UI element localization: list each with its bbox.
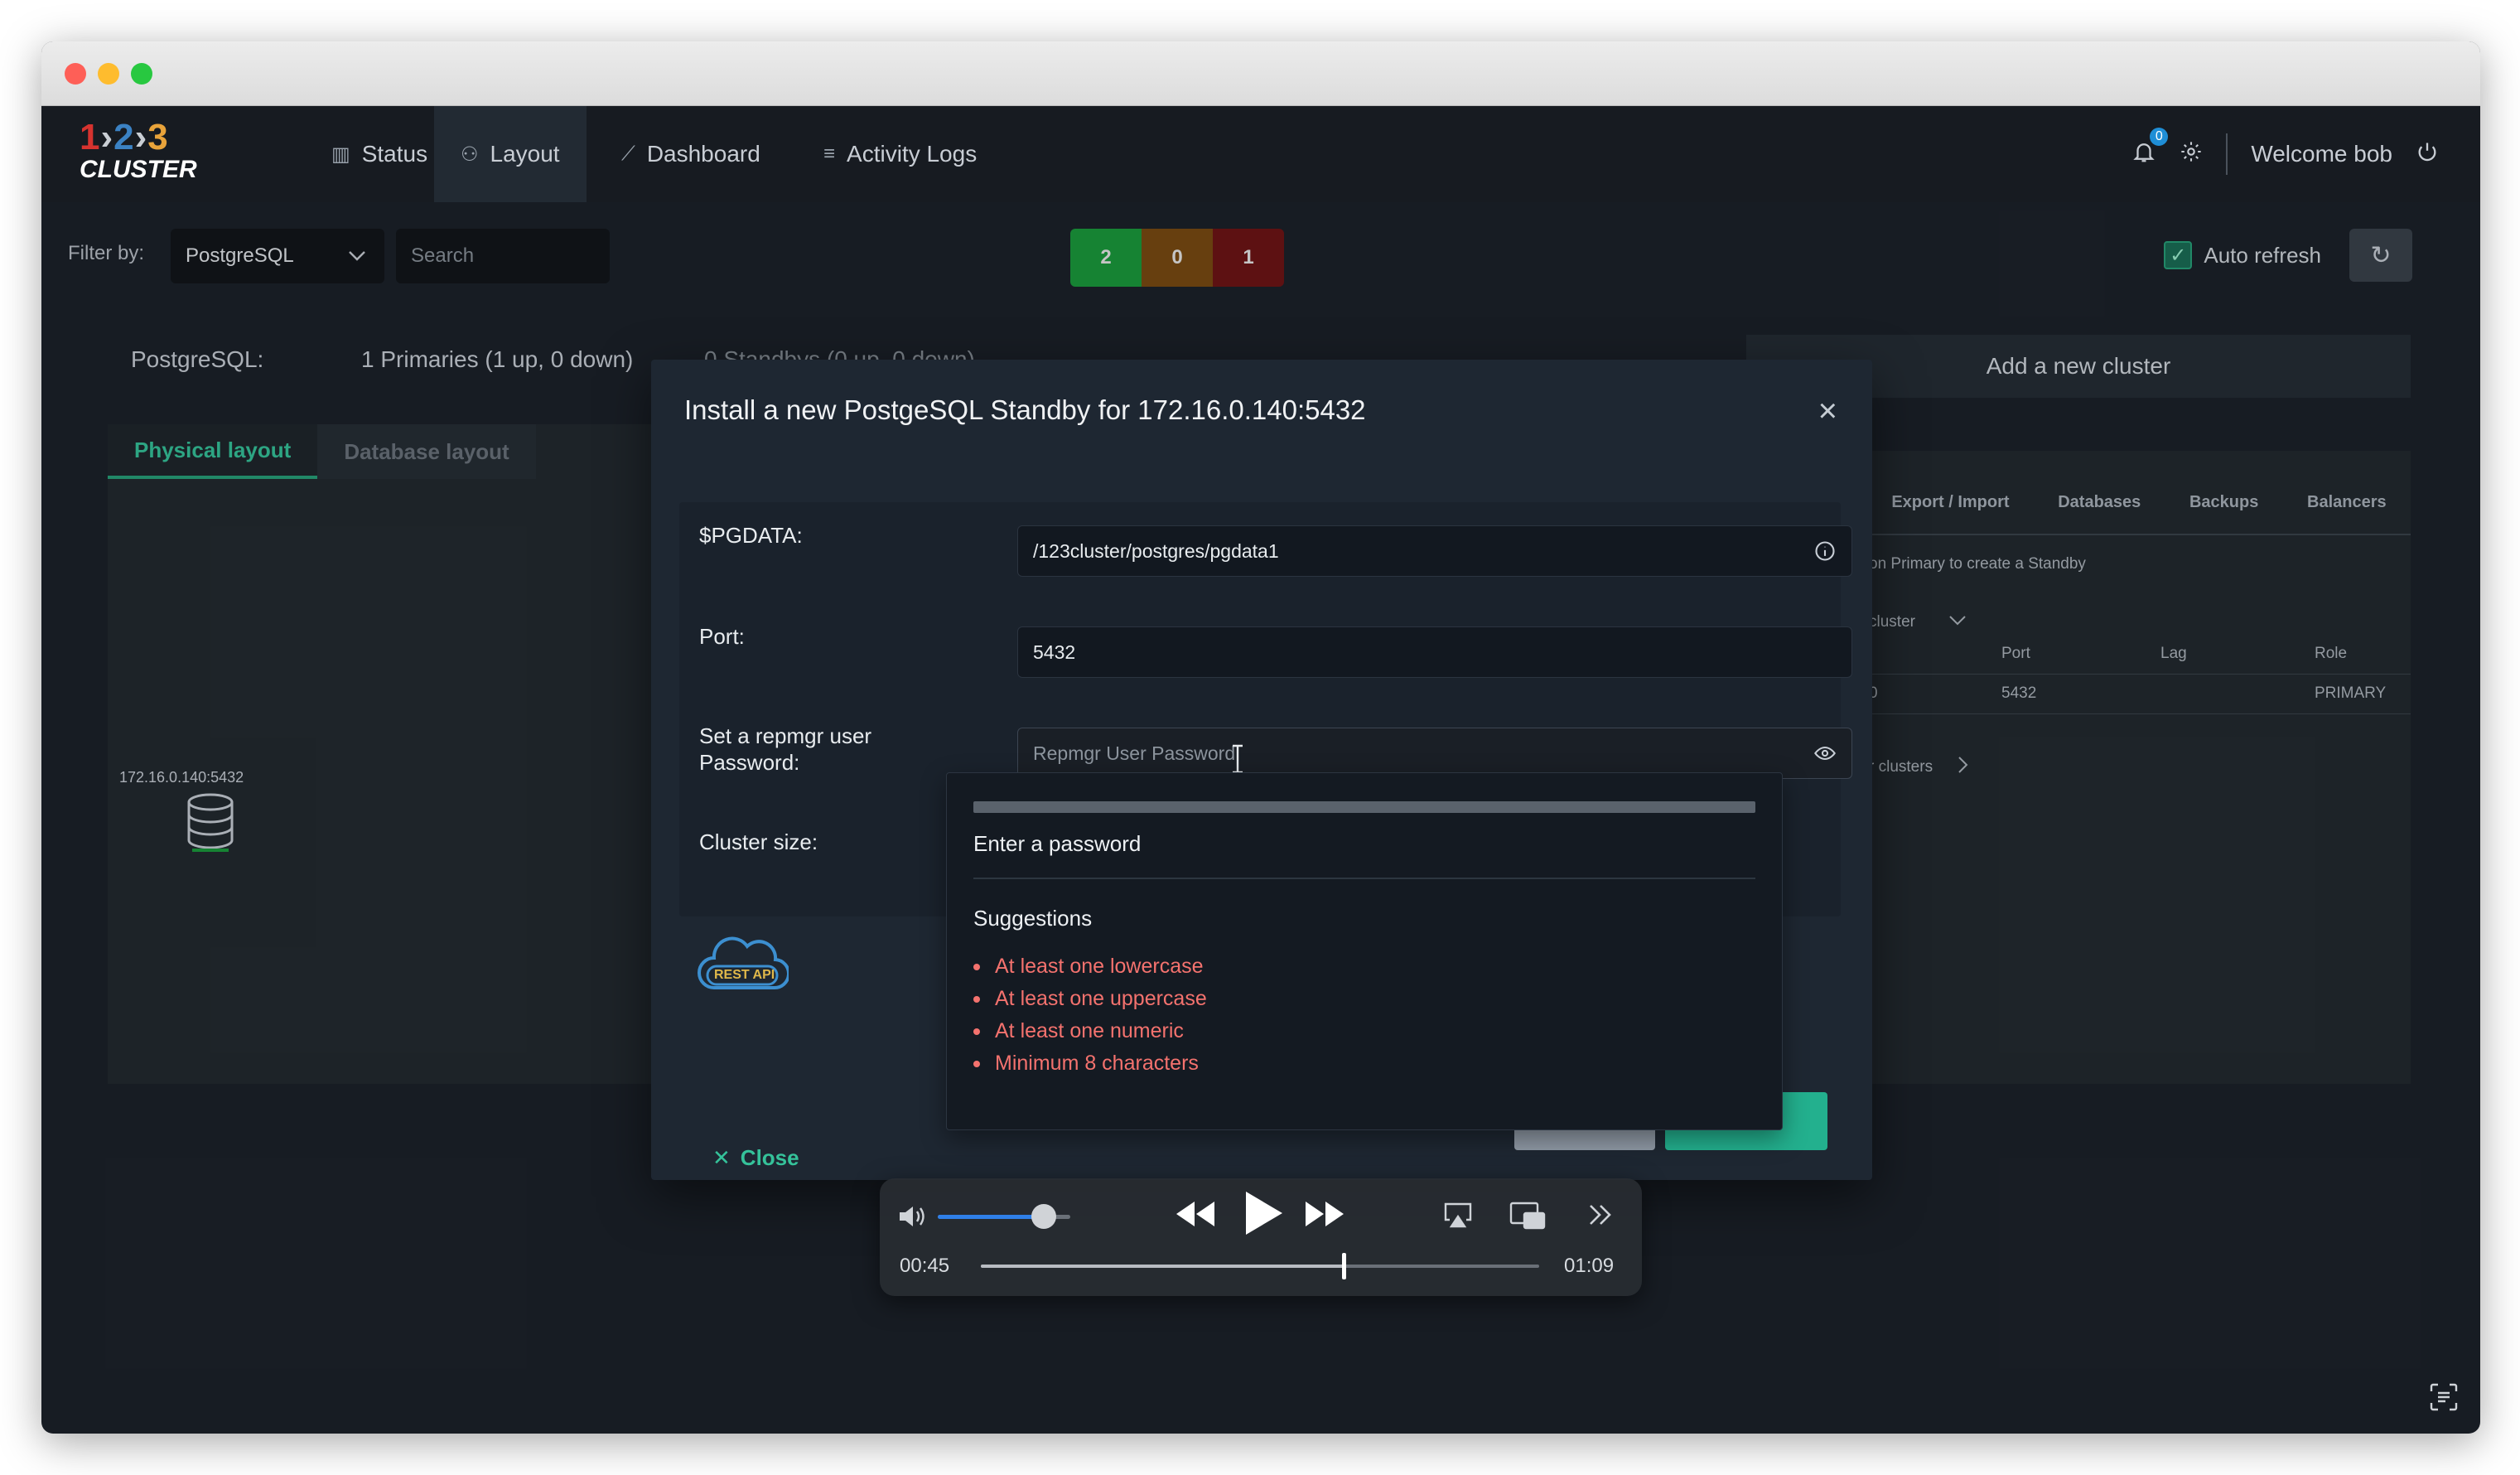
- app-header: 1›2›3 CLUSTER ▥ Status ⚇ Layout ⟋ Dashbo…: [41, 106, 2480, 202]
- gear-icon[interactable]: [2180, 140, 2203, 169]
- bar-chart-icon: ▥: [331, 143, 350, 166]
- password-strength-bar: [973, 801, 1755, 813]
- rest-api-label: REST API: [714, 968, 775, 982]
- password-placeholder: Repmgr User Password: [1033, 742, 1236, 764]
- port-value: 5432: [1033, 641, 1076, 663]
- password-label: Set a repmgr user Password:: [699, 723, 872, 775]
- list-item: At least one numeric: [973, 1015, 1207, 1047]
- app-logo[interactable]: 1›2›3 CLUSTER: [80, 117, 197, 189]
- nav-activity-logs-label: Activity Logs: [847, 141, 978, 167]
- logo-digit-3: 3: [147, 117, 169, 157]
- total-time: 01:09: [1564, 1255, 1615, 1277]
- volume-slider[interactable]: [938, 1204, 1070, 1229]
- eye-icon[interactable]: [1813, 742, 1837, 765]
- seek-handle[interactable]: [1342, 1253, 1347, 1279]
- bell-icon[interactable]: 0: [2131, 127, 2169, 170]
- header-right: 0 Welcome bob: [2131, 106, 2439, 202]
- logo-digit-2: 2: [113, 117, 135, 157]
- notification-badge: 0: [2150, 127, 2169, 146]
- close-window-button[interactable]: [65, 63, 86, 85]
- port-label: Port:: [699, 624, 745, 649]
- app-window: 1›2›3 CLUSTER ▥ Status ⚇ Layout ⟋ Dashbo…: [41, 41, 2480, 1434]
- password-strength-popover: Enter a password Suggestions At least on…: [946, 772, 1783, 1130]
- nav-dashboard[interactable]: ⟋ Dashboard: [595, 106, 787, 202]
- close-button[interactable]: ✕ Close: [712, 1145, 799, 1171]
- rest-api-icon[interactable]: REST API: [696, 930, 790, 996]
- list-icon: ≡: [823, 143, 836, 165]
- media-player: 00:45 01:09: [880, 1178, 1642, 1296]
- volume-knob[interactable]: [1031, 1204, 1056, 1229]
- port-input[interactable]: 5432: [1017, 626, 1852, 678]
- pgdata-input[interactable]: /123cluster/postgres/pgdata1: [1017, 525, 1852, 577]
- logo-digit-1: 1: [80, 117, 101, 157]
- pgdata-label: $PGDATA:: [699, 523, 803, 548]
- repmgr-password-input[interactable]: Repmgr User Password: [1017, 728, 1852, 779]
- maximize-window-button[interactable]: [131, 63, 152, 85]
- divider: [973, 878, 1755, 879]
- current-time: 00:45: [900, 1255, 950, 1277]
- suggestions-title: Suggestions: [973, 906, 1093, 931]
- live-text-icon[interactable]: [2429, 1382, 2459, 1412]
- nav-status[interactable]: ▥ Status: [305, 106, 454, 202]
- picture-in-picture-icon[interactable]: [1509, 1202, 1546, 1234]
- sitemap-icon: ⚇: [461, 143, 479, 166]
- nav-activity-logs[interactable]: ≡ Activity Logs: [797, 106, 1003, 202]
- rewind-icon[interactable]: [1175, 1200, 1216, 1232]
- volume-icon[interactable]: [898, 1205, 928, 1232]
- nav-layout[interactable]: ⚇ Layout: [434, 106, 587, 202]
- password-status: Enter a password: [973, 831, 1142, 856]
- list-item: At least one lowercase: [973, 950, 1207, 983]
- window-titlebar: [41, 41, 2480, 106]
- airplay-icon[interactable]: [1443, 1202, 1473, 1232]
- text-cursor-icon: [1231, 744, 1244, 774]
- nav-dashboard-label: Dashboard: [646, 141, 760, 167]
- close-icon: ✕: [712, 1145, 731, 1170]
- cluster-size-label: Cluster size:: [699, 829, 818, 854]
- line-chart-icon: ⟋: [621, 143, 635, 165]
- welcome-text: Welcome bob: [2251, 141, 2392, 167]
- header-divider: [2226, 133, 2228, 175]
- info-icon[interactable]: [1813, 539, 1837, 563]
- nav-status-label: Status: [361, 141, 428, 167]
- list-item: At least one uppercase: [973, 983, 1207, 1015]
- more-icon[interactable]: [1587, 1203, 1614, 1231]
- modal-title: Install a new PostgeSQL Standby for 172.…: [684, 394, 1366, 425]
- minimize-window-button[interactable]: [98, 63, 119, 85]
- seek-bar[interactable]: [981, 1253, 1539, 1279]
- power-icon[interactable]: [2416, 140, 2439, 169]
- fast-forward-icon[interactable]: [1304, 1200, 1345, 1232]
- logo-word: CLUSTER: [80, 156, 197, 183]
- play-icon[interactable]: [1243, 1190, 1284, 1240]
- pgdata-value: /123cluster/postgres/pgdata1: [1033, 539, 1279, 562]
- list-item: Minimum 8 characters: [973, 1047, 1207, 1080]
- nav-layout-label: Layout: [490, 141, 560, 167]
- suggestions-list: At least one lowercase At least one uppe…: [973, 950, 1207, 1080]
- close-icon[interactable]: ×: [1818, 394, 1837, 428]
